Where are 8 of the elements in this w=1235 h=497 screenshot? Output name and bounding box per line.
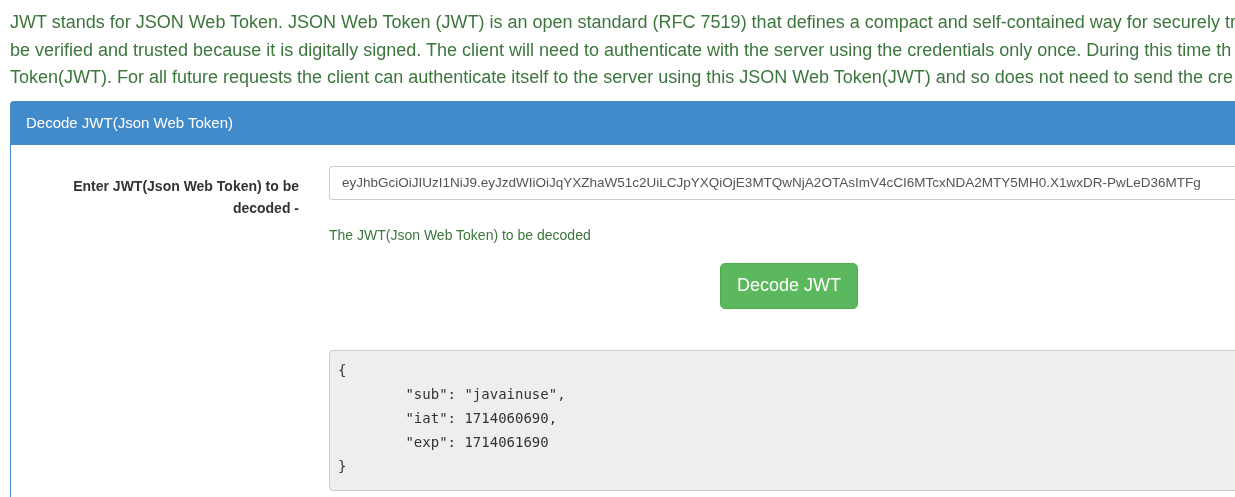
intro-text-line: Token(JWT). For all future requests the client can authenticate itself to the server using this JSON Web Token(JWT) and so does not need to send the cre xyxy=(10,66,1233,89)
intro-text-line: be verified and trusted because it is digitally signed. The client will need to authenticate with the server using the credentials only once. During this time th xyxy=(10,38,1232,62)
help-text: The JWT(Json Web Token) to be decoded xyxy=(329,225,591,245)
field-label: Enter JWT(Json Web Token) to be decoded - xyxy=(72,176,299,218)
panel-header: Decode JWT(Json Web Token) xyxy=(11,101,1235,145)
token-input-field[interactable]: eyJhbGciOiJIUzI1NiJ9.eyJzdWIiOiJqYXZhaW51c2UiLCJpYXQiOjE3MTQwNjA2OTAsImV4cCI6MTcxNDA2MTY5MH0.X1wxDR-PwLeD36MTFg xyxy=(329,165,1235,200)
decoded-json-output: { "sub": "javainuse", "iat": 1714060690, "exp": 1714061690 } xyxy=(329,349,1235,491)
intro-text-line: JWT stands for JSON Web Token. JSON Web Token (JWT) is an open standard (RFC 7519) that defines a compact and self-contained way for securely tr xyxy=(10,11,1235,34)
